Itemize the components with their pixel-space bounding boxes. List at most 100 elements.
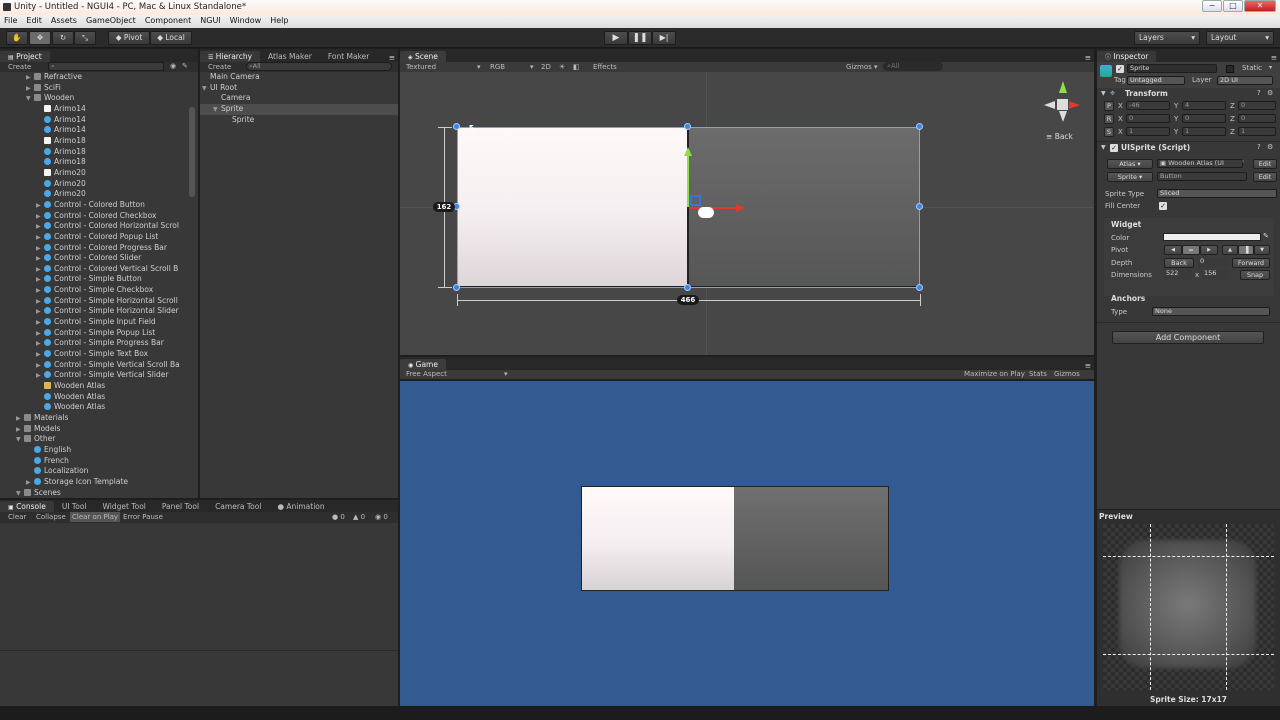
project-item[interactable]: ▶ Control - Simple Popup List bbox=[0, 328, 198, 339]
layout-dropdown[interactable]: Layout ▾ bbox=[1206, 31, 1274, 45]
panel-menu-icon[interactable]: ≡ bbox=[1271, 53, 1280, 62]
resize-handle[interactable] bbox=[916, 284, 923, 291]
menu-ngui[interactable]: NGUI bbox=[200, 16, 220, 28]
stats-toggle[interactable]: Stats bbox=[1029, 370, 1047, 378]
close-button[interactable]: ✕ bbox=[1244, 0, 1276, 12]
foldout-arrow-icon[interactable]: ▼ bbox=[1101, 144, 1106, 151]
uisprite-enabled-checkbox[interactable]: ✓ bbox=[1110, 144, 1118, 152]
menu-file[interactable]: File bbox=[4, 16, 17, 28]
hierarchy-item[interactable]: Camera bbox=[200, 93, 398, 104]
console-log-count[interactable]: ● 0 bbox=[332, 513, 345, 521]
tab-camera-tool[interactable]: Camera Tool bbox=[207, 501, 269, 512]
resize-handle[interactable] bbox=[453, 123, 460, 130]
sprite-edit-button[interactable]: Edit bbox=[1253, 172, 1277, 182]
project-item[interactable]: ▶ Control - Simple Horizontal Scroll bbox=[0, 296, 198, 307]
game-view[interactable] bbox=[400, 381, 1094, 706]
project-item[interactable]: Wooden Atlas bbox=[0, 392, 198, 403]
minimize-button[interactable]: − bbox=[1202, 0, 1222, 12]
resize-handle[interactable] bbox=[684, 284, 691, 291]
project-item[interactable]: ▶ Control - Colored Vertical Scroll B bbox=[0, 264, 198, 275]
hierarchy-item[interactable]: Main Camera bbox=[200, 72, 398, 83]
transform-x-field[interactable]: 1 bbox=[1126, 127, 1170, 136]
menu-gameobject[interactable]: GameObject bbox=[86, 16, 136, 28]
tab-ui-tool[interactable]: UI Tool bbox=[54, 501, 95, 512]
2d-toggle[interactable]: 2D bbox=[541, 63, 551, 71]
transform-x-field[interactable]: 0 bbox=[1126, 114, 1170, 123]
resize-handle[interactable] bbox=[684, 123, 691, 130]
transform-z-field[interactable]: 0 bbox=[1238, 101, 1276, 110]
layers-dropdown[interactable]: Layers ▾ bbox=[1134, 31, 1200, 45]
project-item[interactable]: ▶ Storage Icon Template bbox=[0, 477, 198, 488]
tab-widget-tool[interactable]: Widget Tool bbox=[95, 501, 154, 512]
scene-search-input[interactable]: ⌕All bbox=[883, 62, 943, 71]
transform-reset-s-button[interactable]: S bbox=[1104, 127, 1114, 137]
project-item[interactable]: ▶ Control - Simple Progress Bar bbox=[0, 338, 198, 349]
expanded-arrow-icon[interactable]: ▼ bbox=[16, 489, 24, 500]
tab-font-maker[interactable]: Font Maker bbox=[320, 51, 378, 62]
project-item[interactable]: French bbox=[0, 456, 198, 467]
project-item[interactable]: English bbox=[0, 445, 198, 456]
project-item[interactable]: Wooden Atlas bbox=[0, 381, 198, 392]
project-item[interactable]: ▼ Scenes bbox=[0, 488, 198, 499]
label-icon[interactable]: ✎ bbox=[182, 62, 188, 70]
maximize-on-play-toggle[interactable]: Maximize on Play bbox=[964, 370, 1025, 378]
depth-back-button[interactable]: Back bbox=[1164, 258, 1194, 268]
project-item[interactable]: ▼ Wooden bbox=[0, 93, 198, 104]
orientation-gizmo[interactable] bbox=[1044, 79, 1080, 127]
console-error-count[interactable]: ◉ 0 bbox=[375, 513, 388, 521]
foldout-arrow-icon[interactable]: ▼ bbox=[1101, 90, 1106, 97]
pause-button[interactable]: ❚❚ bbox=[628, 31, 652, 45]
resize-handle[interactable] bbox=[916, 203, 923, 210]
settings-gear-icon[interactable]: ⚙ bbox=[1267, 143, 1273, 151]
aspect-dropdown[interactable]: Free Aspect bbox=[406, 370, 447, 378]
project-item[interactable]: ▼ Other bbox=[0, 434, 198, 445]
help-icon[interactable]: ? bbox=[1257, 143, 1261, 151]
move-tool-icon[interactable]: ✥ bbox=[29, 31, 51, 45]
project-item[interactable]: ▶ SciFi bbox=[0, 83, 198, 94]
hierarchy-item[interactable]: ▼ Sprite bbox=[200, 103, 398, 115]
pivot-toggle[interactable]: ◆ Pivot bbox=[108, 31, 150, 45]
y-axis-arrow[interactable] bbox=[687, 153, 689, 207]
tab-inspector[interactable]: ⓘ Inspector bbox=[1097, 51, 1157, 62]
step-button[interactable]: ▶| bbox=[652, 31, 676, 45]
tab-project[interactable]: ▤ Project bbox=[0, 51, 50, 62]
project-item[interactable]: ▶ Control - Simple Input Field bbox=[0, 317, 198, 328]
tab-game[interactable]: ◉ Game bbox=[400, 359, 446, 370]
eyedropper-icon[interactable]: ✎ bbox=[1263, 232, 1269, 240]
transform-reset-p-button[interactable]: P bbox=[1104, 101, 1114, 111]
sprite-button[interactable]: Sprite ▾ bbox=[1107, 172, 1153, 182]
project-item[interactable]: Wooden Atlas bbox=[0, 402, 198, 413]
project-item[interactable]: ▶ Control - Simple Text Box bbox=[0, 349, 198, 360]
tab-panel-tool[interactable]: Panel Tool bbox=[154, 501, 207, 512]
transform-z-field[interactable]: 1 bbox=[1238, 127, 1276, 136]
layer-dropdown[interactable]: 2D UI bbox=[1217, 76, 1273, 85]
hierarchy-item[interactable]: Sprite bbox=[200, 115, 398, 126]
atlas-field[interactable]: ▣ Wooden Atlas (UI bbox=[1157, 159, 1243, 168]
tab-scene[interactable]: ◈ Scene bbox=[400, 51, 446, 62]
tab-animation[interactable]: ● Animation bbox=[269, 501, 332, 512]
pivot-left-button[interactable]: ◀ bbox=[1164, 245, 1182, 255]
console-warning-count[interactable]: ▲ 0 bbox=[353, 513, 365, 521]
render-mode-dropdown[interactable]: Textured bbox=[406, 63, 436, 71]
project-item[interactable]: Arimo20 bbox=[0, 168, 198, 179]
project-item[interactable]: Arimo20 bbox=[0, 189, 198, 200]
project-item[interactable]: Arimo20 bbox=[0, 179, 198, 190]
project-item[interactable]: ▶ Control - Colored Horizontal Scrol bbox=[0, 221, 198, 232]
transform-x-field[interactable]: -46 bbox=[1126, 101, 1170, 110]
console-error-pause-button[interactable]: Error Pause bbox=[123, 513, 163, 521]
project-item[interactable]: Localization bbox=[0, 466, 198, 477]
project-item[interactable]: ▶ Control - Simple Vertical Slider bbox=[0, 370, 198, 381]
static-chevron-icon[interactable]: ▾ bbox=[1269, 64, 1272, 71]
sprite-field[interactable]: Button bbox=[1157, 172, 1247, 181]
game-gizmos-dropdown[interactable]: Gizmos bbox=[1054, 370, 1080, 378]
pivot-middle-button[interactable]: ▐ bbox=[1238, 245, 1254, 255]
snap-button[interactable]: Snap bbox=[1240, 270, 1270, 280]
width-field[interactable]: 522 bbox=[1164, 270, 1192, 279]
project-create-button[interactable]: Create bbox=[8, 63, 31, 71]
transform-z-field[interactable]: 0 bbox=[1238, 114, 1276, 123]
project-item[interactable]: ▶ Control - Simple Button bbox=[0, 274, 198, 285]
project-item[interactable]: ▶ Control - Colored Progress Bar bbox=[0, 243, 198, 254]
project-item[interactable]: ▶ Control - Colored Button bbox=[0, 200, 198, 211]
channel-dropdown[interactable]: RGB bbox=[490, 63, 505, 71]
add-component-button[interactable]: Add Component bbox=[1112, 331, 1264, 344]
